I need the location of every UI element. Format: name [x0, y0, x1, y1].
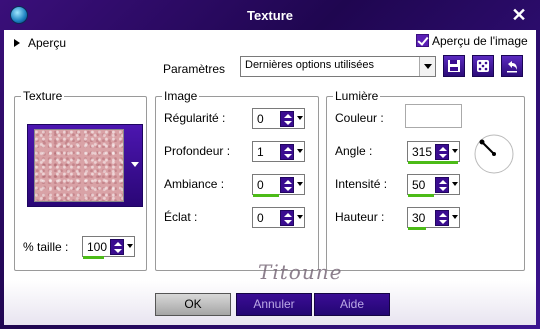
chevron-down-icon[interactable] [419, 57, 435, 76]
spin-arrows-icon[interactable] [280, 144, 294, 160]
chevron-down-icon[interactable] [297, 116, 303, 120]
ambiance-value[interactable]: 0 [257, 178, 264, 192]
hauteur-fill-bar [408, 227, 426, 230]
expand-arrow-icon [14, 39, 20, 47]
eclat-spinner[interactable]: 0 [252, 207, 305, 228]
eclat-label: Éclat : [164, 210, 198, 224]
floppy-icon [448, 60, 460, 72]
spin-arrows-icon[interactable] [280, 210, 294, 226]
taille-label: % taille : [23, 240, 69, 254]
dial-center [492, 152, 496, 156]
texture-group: Texture % taille : 100 [14, 89, 147, 271]
chevron-down-icon[interactable] [297, 182, 303, 186]
texture-preview[interactable] [34, 129, 124, 202]
preview-image-checkbox[interactable]: Aperçu de l'image [416, 34, 528, 48]
texture-dialog: Texture ✕ Aperçu Aperçu de l'image Param… [0, 0, 540, 329]
angle-value[interactable]: 315 [412, 145, 432, 159]
spin-arrows-icon[interactable] [435, 210, 449, 226]
angle-needle [481, 141, 495, 155]
chevron-down-icon[interactable] [131, 162, 139, 167]
spin-arrows-icon[interactable] [435, 144, 449, 160]
chevron-down-icon[interactable] [452, 149, 458, 153]
image-group-title: Image [162, 89, 200, 103]
apercu-label: Aperçu [28, 36, 67, 50]
randomize-button[interactable] [472, 55, 494, 77]
texture-group-title: Texture [21, 89, 65, 103]
angle-label: Angle : [335, 144, 373, 158]
regularite-spinner[interactable]: 0 [252, 108, 305, 129]
ambiance-spinner[interactable]: 0 [252, 174, 305, 197]
spin-arrows-icon[interactable] [435, 177, 449, 193]
ambiance-fill-bar [253, 194, 279, 197]
ambiance-label: Ambiance : [164, 177, 225, 191]
taille-spinner[interactable]: 100 [82, 236, 135, 259]
taille-fill-bar [83, 256, 105, 259]
dice-icon [477, 60, 489, 72]
cancel-button[interactable]: Annuler [236, 293, 312, 316]
eclat-value[interactable]: 0 [257, 211, 264, 225]
regularite-value[interactable]: 0 [257, 112, 264, 126]
parametres-value: Dernières options utilisées [245, 59, 375, 71]
undo-icon [507, 61, 517, 73]
signature-watermark: Titoune [258, 260, 343, 284]
angle-spinner[interactable]: 315 [407, 141, 460, 164]
dial-handle[interactable] [479, 139, 485, 145]
reset-button[interactable] [501, 55, 523, 77]
intensite-value[interactable]: 50 [412, 178, 425, 192]
chevron-down-icon[interactable] [452, 182, 458, 186]
angle-fill-bar [408, 161, 458, 164]
image-group: Image Régularité : 0 Profondeur : 1 Ambi… [155, 89, 319, 271]
angle-dial[interactable] [472, 132, 516, 176]
help-button[interactable]: Aide [314, 293, 390, 316]
profondeur-label: Profondeur : [164, 144, 231, 158]
parametres-select[interactable]: Dernières options utilisées [240, 56, 436, 77]
chevron-down-icon[interactable] [127, 244, 133, 248]
close-icon[interactable]: ✕ [510, 5, 528, 25]
couleur-label: Couleur : [335, 111, 384, 125]
title-bar: Texture ✕ [0, 0, 540, 30]
parametres-label: Paramètres [163, 62, 226, 76]
hauteur-spinner[interactable]: 30 [407, 207, 460, 230]
taille-value[interactable]: 100 [87, 240, 107, 254]
intensite-label: Intensité : [335, 177, 388, 191]
spin-arrows-icon[interactable] [280, 111, 294, 127]
spin-arrows-icon[interactable] [280, 177, 294, 193]
chevron-down-icon[interactable] [297, 149, 303, 153]
ok-button[interactable]: OK [155, 293, 231, 316]
hauteur-value[interactable]: 30 [412, 211, 425, 225]
regularite-label: Régularité : [164, 111, 226, 125]
chevron-down-icon[interactable] [297, 215, 303, 219]
intensite-spinner[interactable]: 50 [407, 174, 460, 197]
lumiere-group-title: Lumière [333, 89, 381, 103]
hauteur-label: Hauteur : [335, 210, 385, 224]
profondeur-spinner[interactable]: 1 [252, 141, 305, 162]
save-preset-button[interactable] [443, 55, 465, 77]
apercu-toggle[interactable]: Aperçu [14, 36, 66, 50]
chevron-down-icon[interactable] [452, 215, 458, 219]
profondeur-value[interactable]: 1 [257, 145, 264, 159]
checkbox-icon[interactable] [416, 34, 429, 47]
window-title: Texture [247, 8, 293, 23]
couleur-swatch[interactable] [405, 104, 462, 128]
spin-arrows-icon[interactable] [110, 239, 124, 255]
preview-image-label: Aperçu de l'image [432, 34, 528, 48]
intensite-fill-bar [408, 194, 434, 197]
